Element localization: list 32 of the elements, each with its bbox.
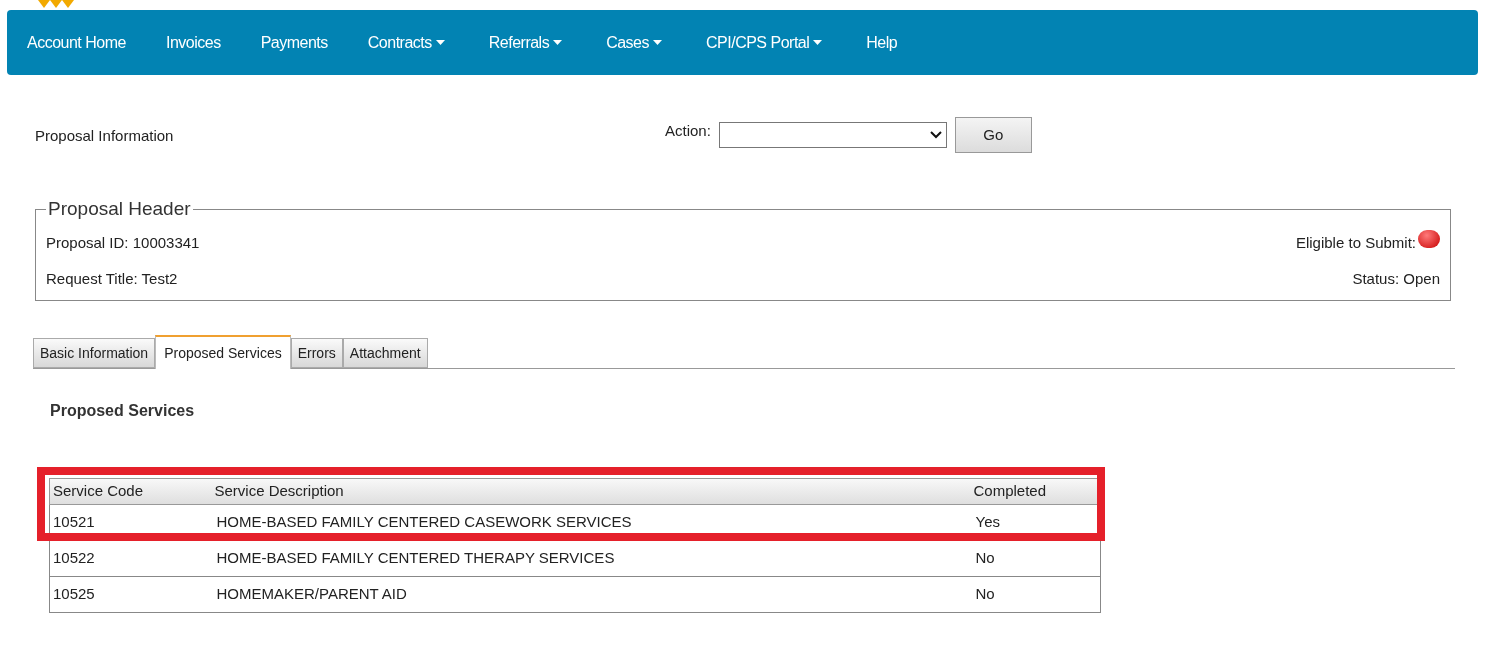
eligible-label: Eligible to Submit: — [1295, 232, 1416, 253]
table-cell: No — [970, 576, 1101, 613]
nav-link[interactable]: Referrals — [488, 30, 563, 55]
table-cell: 10525 — [49, 576, 212, 613]
nav-link[interactable]: CPI/CPS Portal — [706, 30, 823, 55]
table-cell: 10522 — [49, 540, 212, 577]
nav-link[interactable]: Help — [866, 30, 898, 55]
table-cell: HOME-BASED FAMILY CENTERED THERAPY SERVICES — [211, 540, 971, 577]
tab[interactable]: Errors — [290, 338, 343, 368]
column-header: Service Code — [49, 478, 212, 505]
table-cell: HOMEMAKER/PARENT AID — [211, 576, 971, 613]
go-button[interactable]: Go — [954, 117, 1032, 153]
nav-link[interactable]: Contracts — [367, 30, 445, 55]
panel-legend: Proposal Header — [46, 195, 193, 224]
page-title: Proposal Information — [35, 126, 175, 146]
proposal-id: Proposal ID: 10003341 — [46, 232, 200, 253]
tab[interactable]: Basic Information — [33, 338, 156, 368]
action-label: Action: — [665, 121, 711, 141]
table-cell: HOME-BASED FAMILY CENTERED CASEWORK SERVICES — [211, 504, 971, 541]
section-title: Proposed Services — [50, 401, 196, 421]
nav-link[interactable]: Account Home — [27, 30, 126, 55]
tab[interactable]: Proposed Services — [155, 335, 291, 369]
nav-link[interactable]: Cases — [606, 30, 662, 55]
tab[interactable]: Attachment — [342, 338, 428, 368]
nav-link[interactable]: Invoices — [165, 30, 221, 55]
status-text: Status: Open — [1352, 269, 1440, 289]
nav-link[interactable]: Payments — [260, 30, 328, 55]
request-title: Request Title: Test2 — [46, 269, 178, 289]
action-select[interactable] — [718, 122, 947, 148]
column-header: Service Description — [211, 478, 971, 505]
table-cell: No — [970, 540, 1101, 577]
chevron-down-icon — [929, 131, 942, 139]
